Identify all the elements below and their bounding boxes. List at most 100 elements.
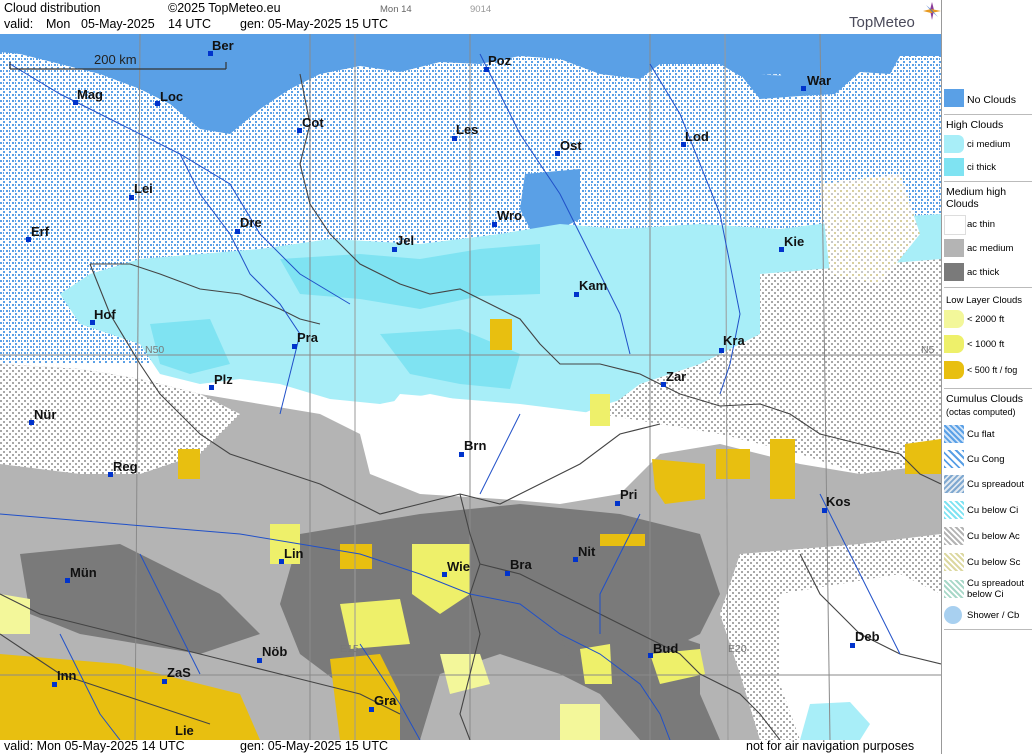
coord-e20: E20 [728,643,747,655]
legend-label: < 2000 ft [967,314,1005,325]
city-label[interactable]: Brn [464,438,486,453]
legend-label: ci medium [967,139,1011,150]
footer-disclaimer: not for air navigation purposes [746,739,915,753]
swatch-cu-flat [944,425,964,443]
coord-e15: E15 [340,643,359,655]
city-label[interactable]: Cot [302,115,324,130]
brand-logo: TopMeteo [849,14,915,31]
legend-heading-mid-2: Clouds [946,198,979,210]
low-2000-area-3 [560,704,600,740]
city-label[interactable]: Loc [160,89,183,104]
swatch-cu-below-ac [944,527,964,545]
low-500-area-2 [178,449,200,479]
legend-separator [944,388,1032,389]
city-marker [719,348,724,353]
swatch-cu-cong [944,450,964,468]
city-label[interactable]: Lei [134,181,153,196]
city-label[interactable]: Pri [620,487,637,502]
city-label[interactable]: Gra [374,693,396,708]
city-label[interactable]: Kra [723,333,745,348]
legend-label: below Ci [967,589,1004,600]
city-label[interactable]: Ost [560,138,582,153]
coord-n50: N50 [145,344,165,356]
city-label[interactable]: Reg [113,459,138,474]
city-label[interactable]: Zar [666,369,686,384]
city-label[interactable]: Kie [784,234,804,249]
small-code: 9014 [470,4,492,15]
city-label[interactable]: Mag [77,87,103,102]
legend-separator [944,287,1032,288]
legend-heading-mid-1: Medium high [946,186,1007,198]
legend-ac-medium: ac medium [942,239,1033,259]
city-label[interactable]: ZaS [167,665,191,680]
legend-label: Cu spreadout [967,578,1025,589]
city-label[interactable]: War [807,73,831,88]
swatch-cu-spread [944,475,964,493]
city-label[interactable]: Mün [70,565,97,580]
legend-cu-below-ac: Cu below Ac [942,527,1033,547]
swatch-ac-thin [944,215,966,235]
low-500-area-8 [905,439,941,474]
legend-low-1000: < 1000 ft [942,335,1033,355]
swatch-cu-spread-ci [944,580,964,598]
legend-ci-medium: ci medium [942,135,1033,155]
no-clouds-area-2 [520,169,580,229]
valid-time: 14 UTC [168,17,212,31]
city-label[interactable]: Ber [212,38,234,53]
city-label[interactable]: Bra [510,557,532,572]
city-label[interactable]: Nöb [262,644,287,659]
copyright: ©2025 TopMeteo.eu [168,1,281,15]
legend-cu-spread: Cu spreadout [942,475,1033,495]
swatch-ci-medium [944,135,964,153]
legend-ac-thin: ac thin [942,215,1033,235]
city-label[interactable]: Kam [579,278,607,293]
city-label[interactable]: Bud [653,641,678,656]
city-label[interactable]: Pra [297,330,318,345]
city-label[interactable]: Wro [497,208,522,223]
map-footer: valid: Mon 05-May-2025 14 UTC gen: 05-Ma… [0,739,941,754]
legend-separator [944,181,1032,182]
city-label[interactable]: Jel [396,233,414,248]
city-label[interactable]: Lin [284,546,304,561]
swatch-low-500 [944,361,964,379]
legend-ac-thick: ac thick [942,263,1033,283]
city-label[interactable]: Nit [578,544,595,559]
city-label[interactable]: Lie [175,723,194,738]
swatch-shower [944,606,962,624]
city-label[interactable]: Lod [685,129,709,144]
city-label[interactable]: Plz [214,372,233,387]
city-label[interactable]: Nür [34,407,56,422]
city-label[interactable]: Hof [94,307,116,322]
legend-label: < 500 ft / fog [967,365,1018,375]
legend-cu-below-sc: Cu below Sc [942,553,1033,573]
legend-label: Cu below Ac [967,531,1020,542]
legend-label: ci thick [967,162,997,173]
legend-separator [944,114,1032,115]
legend-cu-below-ci: Cu below Ci [942,501,1033,521]
city-label[interactable]: Poz [488,53,511,68]
legend-label: Shower / Cb [967,610,1020,621]
legend-label: ac thin [967,219,995,230]
legend-panel: TopMeteo No Clouds High Clouds ci medium… [849,0,1033,754]
city-label[interactable]: Les [456,122,478,137]
cloud-map[interactable]: 200 km N50 N5 E15 E20 Ber Poz War Mag Lo… [0,34,941,740]
legend-separator [944,629,1032,630]
map-header: Cloud distribution ©2025 TopMeteo.eu Mon… [0,0,941,34]
legend-ci-thick: ci thick [942,158,1033,178]
legend-cu-cong: Cu Cong [942,450,1033,470]
legend-heading-low: Low Layer Clouds [946,295,1023,306]
city-label[interactable]: Kos [826,494,851,509]
valid-day: Mon [46,17,71,31]
swatch-ac-medium [944,239,964,257]
valid-label: valid: [4,17,34,31]
city-label[interactable]: Inn [57,668,77,683]
legend-heading-cu: Cumulus Clouds [946,393,1024,405]
legend-label: Cu below Ci [967,505,1019,516]
city-label[interactable]: Wie [447,559,470,574]
city-label[interactable]: Erf [31,224,49,239]
low-1000-area-5 [340,599,410,649]
city-label[interactable]: Dre [240,215,262,230]
valid-date: 05-May-2025 [81,17,155,31]
city-label[interactable]: Deb [855,629,880,644]
low-500-area-7 [600,534,645,546]
